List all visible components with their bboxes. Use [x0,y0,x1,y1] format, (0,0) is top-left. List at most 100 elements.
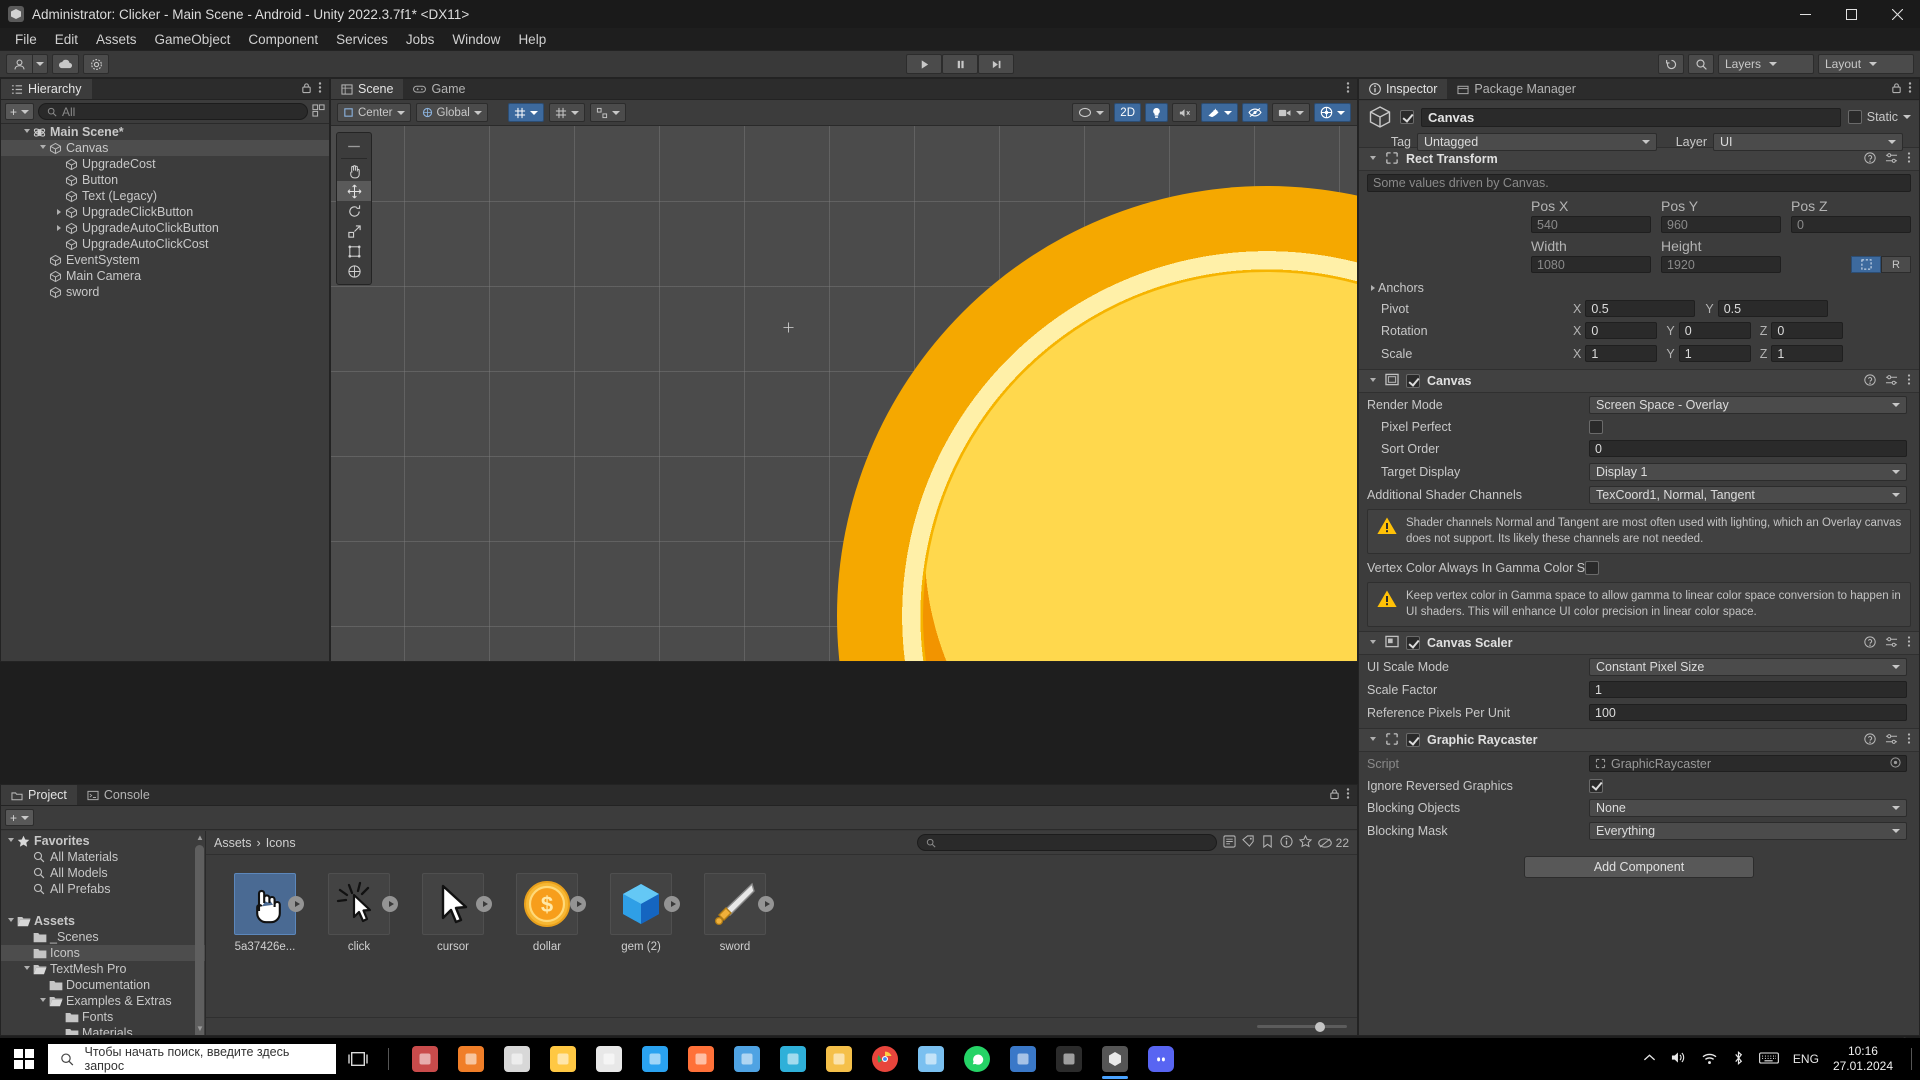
pos-z-field[interactable]: 0 [1791,216,1911,233]
menu-assets[interactable]: Assets [87,30,146,49]
foldout-toggle[interactable] [21,965,32,973]
foldout-toggle[interactable] [5,837,16,845]
start-button[interactable] [0,1038,48,1080]
object-picker-icon[interactable] [1890,756,1901,771]
render-mode-dropdown[interactable]: Screen Space - Overlay [1589,395,1907,414]
pixel-perfect-checkbox[interactable] [1589,419,1603,434]
width-field[interactable]: 1080 [1531,256,1651,273]
tree-item-fonts[interactable]: Fonts [1,1009,205,1025]
add-component-button[interactable]: Add Component [1524,856,1754,879]
account-icon[interactable] [6,54,32,74]
scene-camera-button[interactable] [1272,103,1310,122]
account-dropdown[interactable] [32,54,48,74]
project-menu-icon[interactable] [1346,787,1350,803]
tab-console[interactable]: Console [76,785,160,805]
tab-package-manager[interactable]: Package Manager [1447,79,1586,99]
clock[interactable]: 10:16 27.01.2024 [1833,1044,1897,1074]
search-icon[interactable] [1688,54,1714,74]
blueprint-mode-button[interactable] [1851,256,1881,273]
scene-lighting-button[interactable] [1145,103,1168,122]
2d-toggle-button[interactable]: 2D [1114,103,1141,122]
scene-gizmos-button[interactable] [1314,103,1351,122]
asset-preview-button[interactable] [570,896,586,912]
project-tree-scrollbar[interactable]: ▲ ▼ [195,833,204,1035]
keyboard-icon[interactable] [1759,1051,1779,1068]
pivot-x-field[interactable]: 0.5 [1585,300,1696,317]
canvas-foldout[interactable] [1367,377,1378,385]
scene-shading-button[interactable] [1072,103,1111,122]
taskbar-app-file-explorer[interactable] [543,1038,583,1080]
asset-grid[interactable]: 5a37426e... click cursor $ dollar gem (2) swor… [206,855,1357,971]
hierarchy-add-button[interactable]: + [5,103,35,120]
taskbar-app-unity-editor[interactable] [1095,1038,1135,1080]
script-field[interactable]: GraphicRaycaster [1589,755,1907,773]
task-view-button[interactable] [336,1050,380,1068]
tab-project[interactable]: Project [1,785,77,805]
thumbnail-size-slider[interactable] [1257,1021,1347,1032]
asset-preview-button[interactable] [382,896,398,912]
ui-scale-mode-dropdown[interactable]: Constant Pixel Size [1589,657,1907,676]
tree-item-upgradecost[interactable]: UpgradeCost [1,156,329,172]
asset-preview-button[interactable] [664,896,680,912]
transform-tool-icon[interactable] [337,261,371,281]
hand-cursor-asset[interactable] [234,873,304,935]
rot-z-field[interactable]: 0 [1771,322,1844,339]
hierarchy-tree[interactable]: Main Scene* Canvas UpgradeCost Button Text (… [1,124,329,661]
asset-preview-button[interactable] [758,896,774,912]
foldout-toggle[interactable] [37,997,48,1005]
taskbar-app-microsoft-store[interactable] [589,1038,629,1080]
taskbar-app-snip-tool[interactable] [405,1038,445,1080]
settings-gear-icon[interactable] [83,54,109,74]
project-search-input[interactable] [916,834,1217,851]
scene-viewport[interactable] [331,126,1357,661]
gem-asset[interactable] [610,873,680,935]
foldout-toggle[interactable] [53,209,64,215]
layout-dropdown[interactable]: Layout [1818,54,1914,74]
tree-item-icons[interactable]: Icons [1,945,205,961]
component-menu-icon[interactable] [1907,635,1911,651]
save-search-icon[interactable] [1261,834,1274,851]
asset-item[interactable]: 5a37426e... [226,873,304,953]
preset-icon[interactable] [1885,152,1898,167]
canvas-scaler-foldout[interactable] [1367,639,1378,647]
foldout-toggle[interactable] [53,225,64,231]
arrow-cursor-asset[interactable] [422,873,492,935]
pivot-rotation-button[interactable]: Global [415,103,488,122]
scene-fx-button[interactable] [1201,103,1238,122]
raw-edit-button[interactable]: R [1881,256,1911,273]
pos-x-field[interactable]: 540 [1531,216,1651,233]
component-menu-icon[interactable] [1907,732,1911,748]
graphic-raycaster-header[interactable]: Graphic Raycaster [1359,728,1919,753]
bluetooth-icon[interactable] [1732,1050,1745,1069]
hierarchy-view-options-icon[interactable] [312,103,325,120]
taskbar-app-terminal[interactable] [1049,1038,1089,1080]
snap-increment-button[interactable] [589,103,626,122]
tab-game[interactable]: Game [403,79,476,99]
taskbar-app-whatsapp[interactable] [957,1038,997,1080]
rot-y-field[interactable]: 0 [1678,322,1751,339]
tree-item-main-scene[interactable]: Main Scene* [1,124,329,140]
inspector-lock-icon[interactable] [1891,81,1902,97]
asset-preview-button[interactable] [288,896,304,912]
preset-icon[interactable] [1885,733,1898,748]
lock-icon[interactable] [301,81,312,97]
filter-by-type-icon[interactable] [1223,834,1236,851]
tree-item-scenes[interactable]: _Scenes [1,929,205,945]
tree-item-upgradeautoclickbutton[interactable]: UpgradeAutoClickButton [1,220,329,236]
menu-help[interactable]: Help [509,30,555,49]
hierarchy-search-input[interactable]: All [38,103,308,120]
tree-item-canvas[interactable]: Canvas [1,140,329,156]
move-tool-icon[interactable] [337,181,371,201]
preset-icon[interactable] [1885,374,1898,389]
taskbar-app-photoshop[interactable] [635,1038,675,1080]
grid-snap-button[interactable] [507,103,544,122]
tree-item-upgradeclickbutton[interactable]: UpgradeClickButton [1,204,329,220]
tab-hierarchy[interactable]: Hierarchy [1,79,92,99]
tray-expand-icon[interactable] [1643,1052,1656,1066]
tree-item-materials[interactable]: Materials [1,1025,205,1035]
height-field[interactable]: 1920 [1661,256,1781,273]
scale-factor-field[interactable]: 1 [1589,681,1907,699]
preset-icon[interactable] [1885,636,1898,651]
taskbar-app-chrome-like[interactable] [727,1038,767,1080]
scene-menu-icon[interactable] [1346,81,1350,97]
